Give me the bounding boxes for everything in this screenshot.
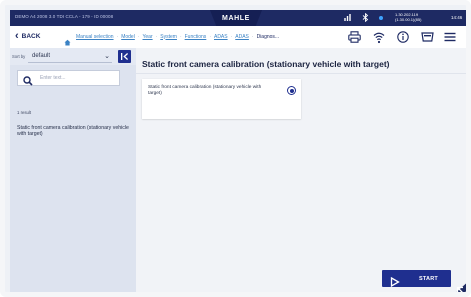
search-placeholder: Enter text... [40, 75, 66, 81]
software-version: 1.30.202.119 (1.30.00.1)(85) [395, 12, 422, 22]
version-line-2: (1.30.00.1)(85) [395, 16, 422, 22]
collapse-sidebar-button[interactable] [118, 50, 131, 63]
radio-selected-dot [289, 88, 294, 93]
sidebar: Sort by default ⌄ Enter text... 1 result… [10, 48, 136, 292]
breadcrumb-separator: · [251, 33, 254, 40]
clock: 14:46 [451, 15, 463, 20]
option-label: Static front camera calibration (station… [148, 85, 262, 96]
wireless-icon[interactable] [372, 30, 386, 44]
sort-value: default [32, 53, 51, 59]
breadcrumb-separator: · [116, 33, 119, 40]
vehicle-info: DEMO A4 2008 3.0 TDI CCLA - 179 - ID 000… [15, 14, 114, 19]
start-label: START [419, 275, 438, 282]
option-radio[interactable] [287, 86, 296, 95]
brand-logo: MAHLE [210, 10, 262, 26]
sort-select[interactable]: default ⌄ [28, 51, 112, 63]
breadcrumb: Manual selection · Model · Year · System… [76, 34, 279, 40]
breadcrumb-year[interactable]: Year [143, 34, 153, 40]
printer-icon[interactable] [347, 30, 361, 44]
result-list-item[interactable]: Static front camera calibration (station… [17, 125, 129, 137]
status-bar: DEMO A4 2008 3.0 TDI CCLA - 179 - ID 000… [10, 10, 466, 26]
collapse-sidebar-icon [121, 53, 129, 60]
breadcrumb-adas[interactable]: ADAS [214, 34, 228, 40]
play-icon [390, 274, 400, 292]
diagonal-arrow-icon [455, 284, 466, 292]
breadcrumb-adas-2[interactable]: ADAS [235, 34, 249, 40]
search-icon [23, 73, 33, 91]
breadcrumb-separator: · [137, 33, 140, 40]
main-panel: Static front camera calibration (station… [136, 48, 466, 292]
back-label: BACK [21, 33, 41, 40]
info-icon[interactable] [396, 30, 410, 44]
connection-status-icon [379, 16, 383, 20]
divider [136, 73, 466, 74]
search-input[interactable]: Enter text... [17, 70, 120, 86]
breadcrumb-separator: · [209, 33, 211, 40]
result-count: 1 result [17, 110, 32, 115]
page-title: Static front camera calibration (station… [142, 59, 390, 69]
breadcrumb-model[interactable]: Model [121, 34, 135, 40]
back-button[interactable]: ‹ BACK [15, 30, 41, 42]
toolbar: ‹ BACK Manual selection · Model · Year ·… [10, 26, 466, 49]
breadcrumb-separator: · [230, 33, 233, 40]
breadcrumb-separator: · [179, 33, 182, 40]
bluetooth-icon [362, 12, 369, 24]
chevron-down-icon: ⌄ [104, 53, 110, 60]
device-frame: DEMO A4 2008 3.0 TDI CCLA - 179 - ID 000… [0, 0, 471, 297]
signal-icon [344, 13, 354, 24]
sort-bar: Sort by default ⌄ [10, 48, 136, 65]
chevron-left-icon: ‹ [15, 30, 19, 42]
sort-label: Sort by [12, 54, 26, 59]
screen: DEMO A4 2008 3.0 TDI CCLA - 179 - ID 000… [10, 10, 466, 292]
brand-logo-text: MAHLE [222, 14, 250, 22]
menu-icon[interactable] [443, 30, 457, 44]
breadcrumb-functions[interactable]: Functions [185, 34, 207, 40]
breadcrumb-separator: · [155, 33, 158, 40]
breadcrumb-system[interactable]: System [160, 34, 177, 40]
option-card[interactable]: Static front camera calibration (station… [142, 79, 301, 119]
breadcrumb-manual-selection[interactable]: Manual selection [76, 34, 114, 40]
breadcrumb-diagnosis: Diagnos... [256, 33, 280, 40]
vci-icon[interactable] [420, 30, 434, 44]
start-button[interactable]: START [382, 270, 451, 288]
